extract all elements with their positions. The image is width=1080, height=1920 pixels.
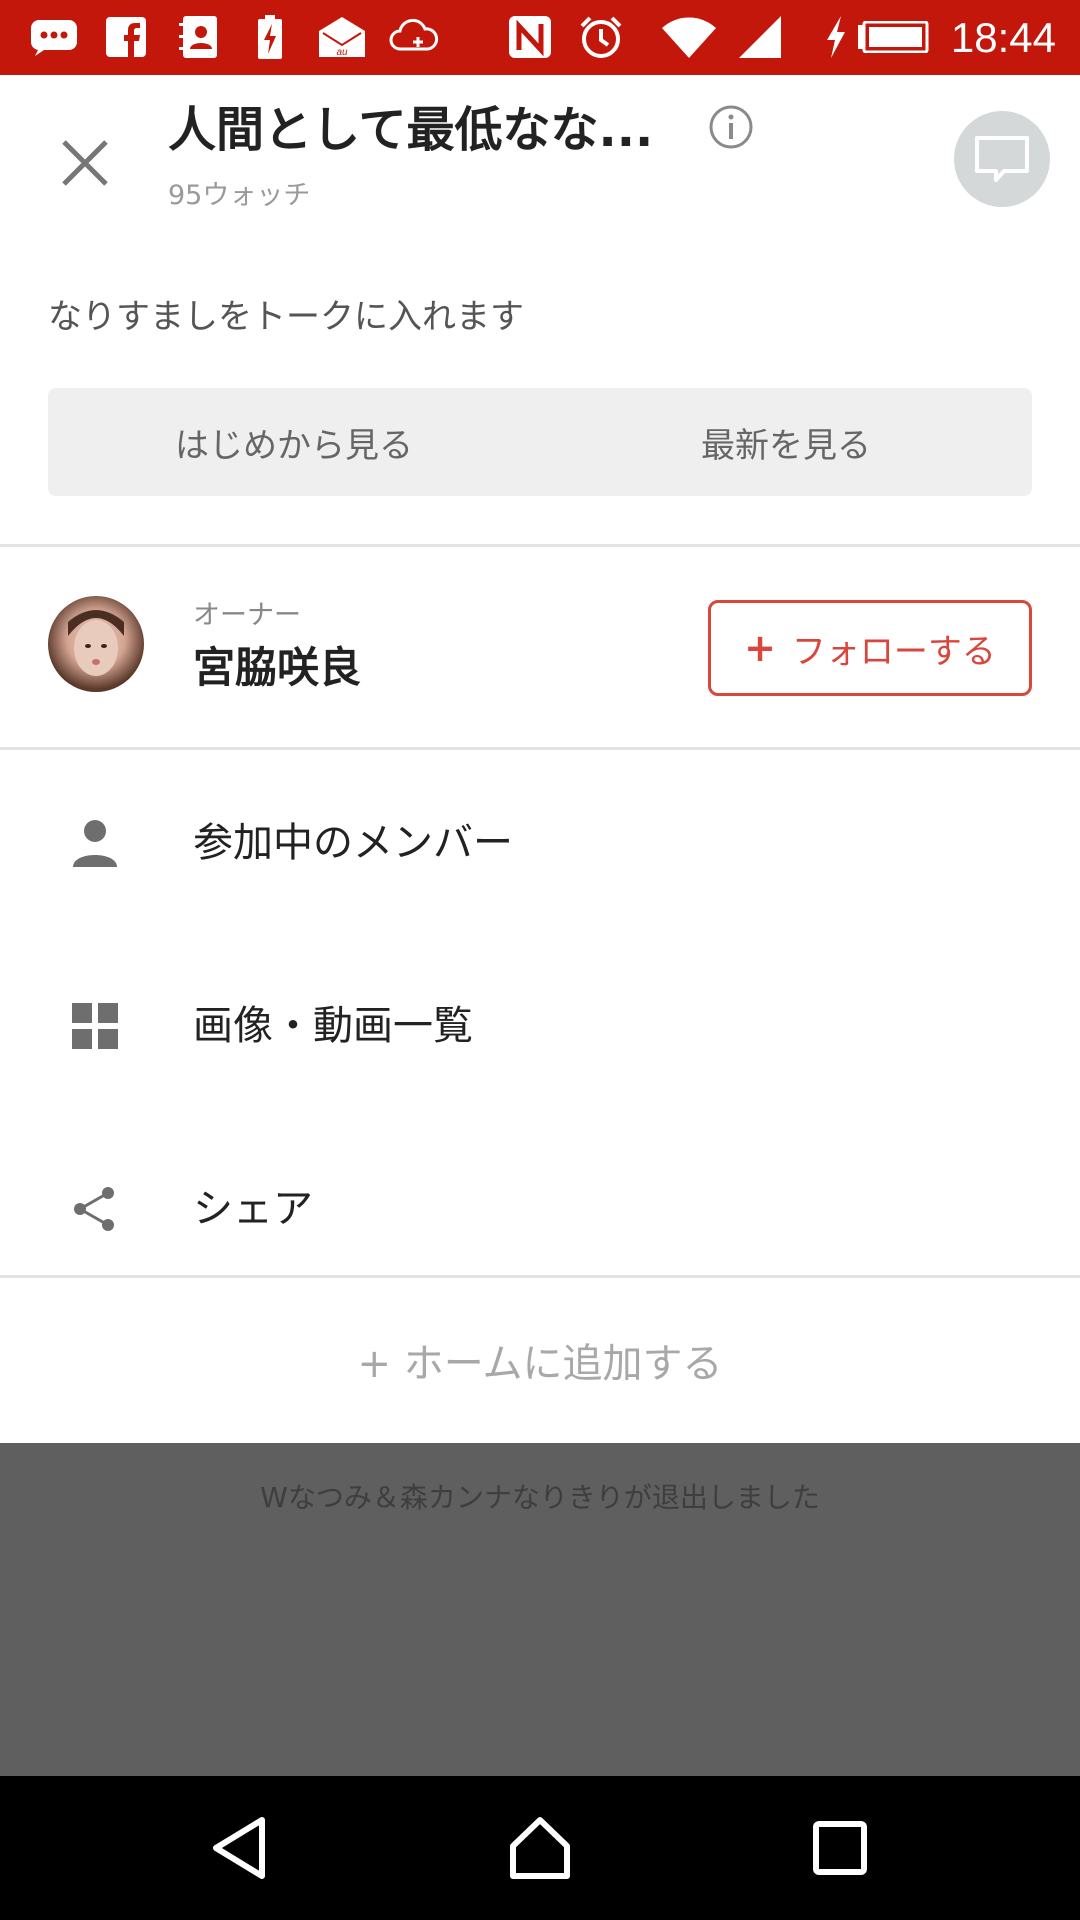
message-icon [28, 12, 80, 62]
contacts-icon [176, 12, 220, 62]
person-icon [70, 818, 120, 868]
divider [0, 747, 1080, 750]
info-icon [709, 105, 753, 149]
back-button[interactable] [200, 1808, 280, 1888]
follow-label: フォローする [791, 631, 996, 672]
add-to-home-button[interactable]: + ホームに追加する [0, 1300, 1080, 1420]
info-button[interactable] [708, 104, 754, 150]
grid-icon [70, 1001, 120, 1051]
menu-label-members: 参加中のメンバー [193, 820, 513, 866]
view-latest-button[interactable]: 最新を見る [540, 388, 1032, 496]
chat-button[interactable] [954, 111, 1050, 207]
back-icon [213, 1817, 265, 1879]
view-segment-control: はじめから見る 最新を見る [48, 388, 1032, 496]
avatar[interactable] [48, 596, 144, 692]
owner-name[interactable]: 宮脇咲良 [193, 641, 361, 695]
share-icon [70, 1184, 120, 1234]
alarm-icon [578, 12, 624, 62]
cloud-icon [388, 12, 440, 62]
watch-count: 95ウォッチ [168, 180, 311, 211]
recents-icon [813, 1821, 867, 1875]
wifi-icon [660, 12, 718, 62]
page-title: 人間として最低なな... [168, 102, 654, 158]
charging-icon [822, 12, 850, 62]
menu-item-share[interactable]: シェア [0, 1134, 1080, 1284]
nfc-icon [506, 12, 554, 62]
plus-icon: + [744, 626, 776, 670]
navigation-bar [0, 1776, 1080, 1920]
divider [0, 1275, 1080, 1278]
chat-bubble-icon [975, 136, 1029, 182]
signal-icon [736, 12, 784, 62]
status-bar: au 18:44 [0, 0, 1080, 75]
battery-icon [856, 12, 930, 62]
menu-item-members[interactable]: 参加中のメンバー [0, 768, 1080, 918]
divider [0, 544, 1080, 547]
recents-button[interactable] [800, 1808, 880, 1888]
system-message: Wなつみ＆森カンナなりきりが退出しました [260, 1481, 820, 1514]
svg-text:au: au [336, 47, 348, 58]
facebook-icon [104, 12, 148, 62]
close-icon [62, 140, 108, 186]
owner-label: オーナー [193, 600, 301, 631]
close-button[interactable] [50, 128, 120, 198]
battery-saver-icon [252, 12, 288, 62]
home-icon [510, 1817, 570, 1879]
home-button[interactable] [500, 1808, 580, 1888]
view-from-start-button[interactable]: はじめから見る [48, 388, 540, 496]
au-mail-icon: au [316, 12, 368, 62]
notice-text: なりすましをトークに入れます [48, 297, 524, 337]
clock: 18:44 [950, 14, 1056, 61]
menu-item-media[interactable]: 画像・動画一覧 [0, 951, 1080, 1101]
menu-label-share: シェア [193, 1186, 313, 1232]
menu-label-media: 画像・動画一覧 [193, 1003, 473, 1049]
follow-button[interactable]: + フォローする [708, 600, 1032, 696]
